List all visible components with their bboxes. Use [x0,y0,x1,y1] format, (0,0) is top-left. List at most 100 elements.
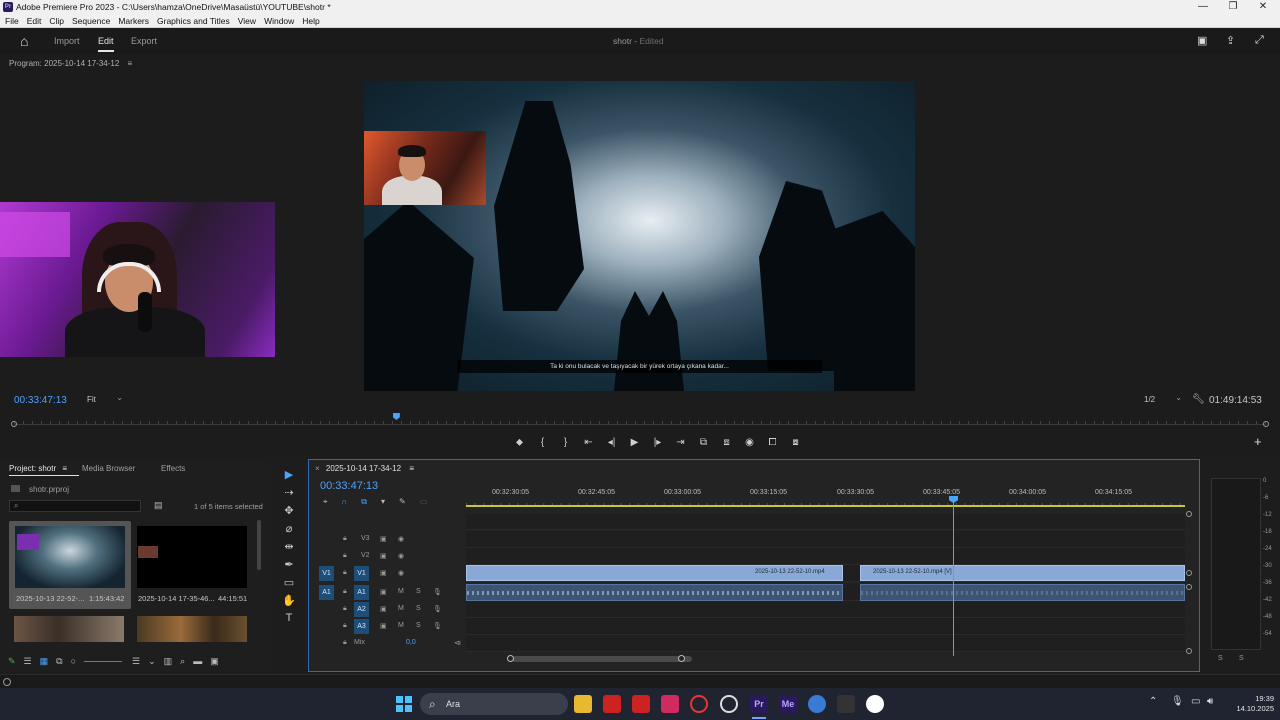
video-clip[interactable]: 2025-10-13 22-52-10.mp4 [V] [860,565,1185,581]
menu-window[interactable]: Window [264,15,294,28]
lock-icon[interactable]: 🔒︎ [343,588,347,596]
taskbar-search[interactable]: Ara [420,693,568,715]
icon-view-icon[interactable]: ▦ [40,656,49,667]
lock-icon[interactable]: 🔒︎ [343,639,347,647]
tray-overflow-icon[interactable]: ⌃ [1149,696,1157,707]
vertical-zoom-handle[interactable] [1186,570,1192,576]
program-video-frame[interactable]: Ta ki onu bulacak ve taşıyacak bir yürek… [364,81,915,391]
quick-export-icon[interactable]: ▣ [1197,34,1207,47]
razor-tool-icon[interactable]: ⌀ [278,522,300,540]
sync-lock-icon[interactable]: ▣ [380,622,387,630]
windows-start-icon[interactable] [396,696,412,712]
solo-button[interactable]: S [416,622,421,629]
mark-in-button[interactable]: { [531,437,554,448]
solo-button[interactable]: S [416,588,421,595]
playback-resolution-select[interactable]: 1/2 [1144,393,1182,404]
audio-clip[interactable] [860,584,1185,601]
track-row-a2[interactable] [466,601,1185,618]
track-row-v3[interactable] [466,531,1185,548]
go-to-end-icon[interactable]: ⧏ [454,639,461,647]
step-forward-button[interactable]: |▸ [646,437,669,448]
webcam-overlay-large[interactable] [0,202,275,357]
track-label-v2[interactable]: V2 [361,552,370,559]
button-editor-add-icon[interactable]: + [1254,434,1262,449]
track-row-v2[interactable] [466,548,1185,565]
sort-icon[interactable]: ☰ [132,656,140,667]
snap-magnet-icon[interactable]: ∩ [342,497,348,506]
automate-to-sequence-icon[interactable]: ▥ [164,656,173,667]
proxy-toggle-button[interactable]: ⧇ [784,437,807,448]
vertical-zoom-handle[interactable] [1186,648,1192,654]
track-label-v1[interactable]: V1 [354,566,369,581]
comparison-view-button[interactable]: ⧠ [761,437,784,448]
sequence-tab[interactable]: × 2025-10-14 17-34-12 ≡ [315,464,414,473]
media-encoder-taskbar-icon[interactable]: Me [779,695,797,713]
chrome-icon[interactable] [720,695,738,713]
rectangle-tool-icon[interactable]: ▭ [278,576,300,594]
timeline-timecode[interactable]: 00:33:47:13 [320,480,378,492]
sync-lock-icon[interactable]: ▣ [380,569,387,577]
meter-solo-right[interactable]: S [1239,655,1244,662]
sort-chevron-icon[interactable]: ⌄ [148,656,156,667]
track-label-a1[interactable]: A1 [354,585,369,600]
menu-clip[interactable]: Clip [49,15,64,28]
voiceover-mic-icon[interactable]: 🎙︎ [433,605,442,613]
audio-clip[interactable] [466,584,843,601]
scrubber-end-handle[interactable] [1263,421,1269,427]
play-button[interactable]: ▶ [623,437,646,448]
pencil-icon[interactable]: ✎ [8,656,16,667]
track-label-a2[interactable]: A2 [354,602,369,617]
eye-icon[interactable]: ◉ [398,535,404,543]
restore-button[interactable]: ❐ [1218,0,1248,15]
epic-games-icon[interactable] [837,695,855,713]
track-row-v1[interactable]: 2025-10-13 22-52-10.mp4 2025-10-13 22-52… [466,565,1185,582]
eye-icon[interactable]: ◉ [398,552,404,560]
video-clip[interactable]: 2025-10-13 22-52-10.mp4 [466,565,843,581]
timeline-settings-icon[interactable]: ✎ [399,497,406,506]
panel-menu-icon[interactable]: ≡ [128,59,133,68]
source-patch-v1[interactable]: V1 [319,566,334,581]
vertical-zoom-handle[interactable] [1186,511,1192,517]
mark-out-button[interactable]: } [554,437,577,448]
track-label-v3[interactable]: V3 [361,535,370,542]
vertical-zoom-handle[interactable] [1186,584,1192,590]
sync-lock-icon[interactable]: ▣ [380,588,387,596]
lock-icon[interactable]: 🔒︎ [343,569,347,577]
tab-media-browser[interactable]: Media Browser [82,464,135,473]
program-scrubber[interactable] [14,415,1266,425]
close-sequence-icon[interactable]: × [315,464,320,473]
meter-solo-left[interactable]: S [1218,655,1223,662]
source-patch-a1[interactable]: A1 [319,585,334,600]
tiktok-icon[interactable] [661,695,679,713]
sync-lock-icon[interactable]: ▣ [380,535,387,543]
lock-icon[interactable]: 🔒︎ [343,552,347,560]
lift-button[interactable]: ⧉ [692,437,715,448]
voiceover-mic-icon[interactable]: 🎙︎ [433,588,442,596]
timeline-horizontal-scroll[interactable] [319,655,1185,662]
tab-effects[interactable]: Effects [161,464,185,473]
sync-lock-icon[interactable]: ▣ [380,552,387,560]
program-timecode[interactable]: 00:33:47:13 [14,395,67,406]
project-item-selected[interactable]: 2025-10-13 22-52-... 1:15:43:42 [9,521,131,609]
track-row-a3[interactable] [466,618,1185,635]
project-item-thumbnail-4[interactable] [137,616,247,642]
sequence-menu-icon[interactable]: ≡ [409,464,414,473]
pen-tool-icon[interactable]: ✒ [278,558,300,576]
project-item-thumbnail-3[interactable] [14,616,124,642]
new-bin-icon[interactable]: ▬ [193,656,202,666]
sync-lock-icon[interactable]: ▣ [380,605,387,613]
captions-icon[interactable]: ▭ [420,497,428,506]
settings-wrench-icon[interactable]: 🔧︎ [1192,394,1205,405]
step-back-button[interactable]: ◂| [600,437,623,448]
menu-help[interactable]: Help [302,15,319,28]
list-view-icon[interactable]: ☰ [24,656,32,667]
menu-view[interactable]: View [238,15,256,28]
slip-tool-icon[interactable]: ⇹ [278,540,300,558]
tray-mic-icon[interactable]: 🎙︎ [1171,696,1184,707]
menu-markers[interactable]: Markers [118,15,149,28]
webcam-overlay-small[interactable] [364,131,486,205]
app-icon[interactable] [632,695,650,713]
mute-button[interactable]: M [398,588,404,595]
lock-icon[interactable]: 🔒︎ [343,535,347,543]
scroll-handle-right[interactable] [678,655,685,662]
